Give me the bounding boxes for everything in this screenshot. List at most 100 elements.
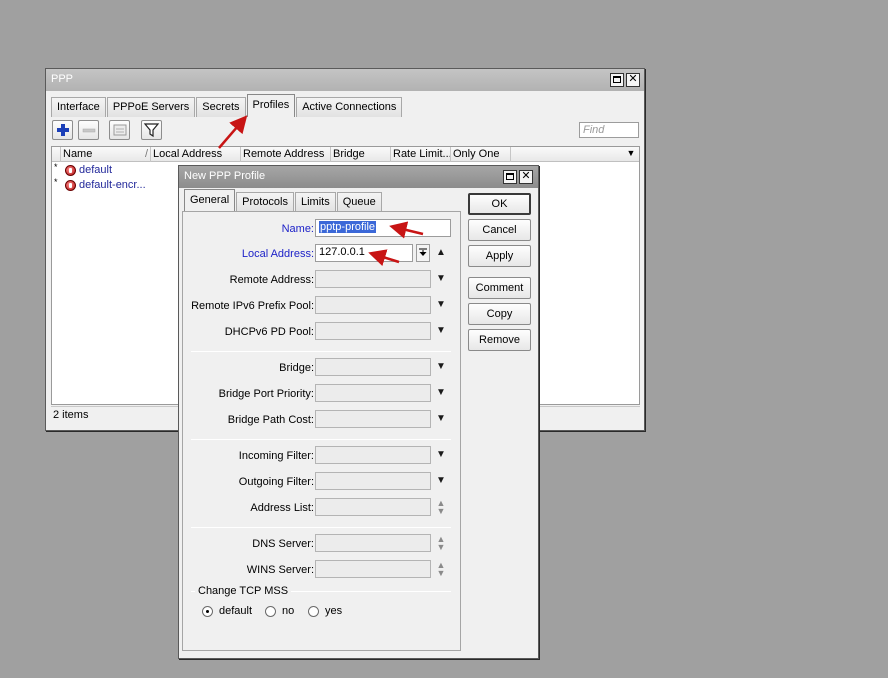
ok-button[interactable]: OK (468, 193, 531, 215)
general-panel: Name: pptp-profile Local Address: 127.0.… (182, 211, 461, 651)
local-address-input[interactable]: 127.0.0.1 (315, 244, 413, 262)
tcp-mss-yes-radio[interactable] (308, 606, 319, 617)
remote-ipv6-prefix-pool-label: Remote IPv6 Prefix Pool: (191, 300, 314, 312)
tcp-mss-no-radio[interactable] (265, 606, 276, 617)
name-input[interactable]: pptp-profile (315, 219, 451, 237)
separator (191, 439, 451, 440)
filter-button[interactable] (141, 120, 162, 140)
maximize-button[interactable] (610, 73, 624, 87)
filter-icon (143, 123, 160, 138)
tab-protocols[interactable]: Protocols (236, 192, 294, 212)
column-header[interactable] (52, 147, 61, 162)
tab-active-connections[interactable]: Active Connections (296, 97, 403, 117)
cancel-button[interactable]: Cancel (468, 219, 531, 241)
close-button[interactable]: ✕ (519, 170, 533, 184)
local-address-dropdown-button[interactable] (416, 244, 430, 262)
profile-icon (65, 165, 76, 176)
comment-button[interactable] (109, 120, 130, 140)
arrow-down-bar-icon (419, 248, 427, 256)
dns-server-input[interactable] (315, 534, 431, 552)
tcp-mss-default-label[interactable]: default (219, 605, 252, 617)
ppp-window-title: PPP (51, 73, 74, 85)
apply-button[interactable]: Apply (468, 245, 531, 267)
bridge-path-cost-input[interactable] (315, 410, 431, 428)
dropdown-arrow-icon[interactable]: ▼ (434, 384, 448, 402)
remove-button[interactable] (78, 120, 99, 140)
remote-address-input[interactable] (315, 270, 431, 288)
add-button[interactable] (52, 120, 73, 140)
bridge-label: Bridge: (279, 362, 314, 374)
dropdown-arrow-icon[interactable]: ▼ (434, 358, 448, 376)
incoming-filter-input[interactable] (315, 446, 431, 464)
expand-collapse-icon[interactable]: ▲ ▼ (434, 498, 448, 516)
maximize-button[interactable] (503, 170, 517, 184)
dropdown-arrow-icon[interactable]: ▼ (434, 446, 448, 464)
dropdown-arrow-icon[interactable]: ▼ (434, 410, 448, 428)
copy-button[interactable]: Copy (468, 303, 531, 325)
find-input[interactable]: Find (579, 122, 639, 138)
expand-collapse-icon[interactable]: ▲ ▼ (434, 534, 448, 552)
maximize-icon (613, 76, 621, 83)
close-icon: ✕ (521, 170, 531, 182)
column-header-name[interactable]: Name (61, 147, 151, 162)
tcp-mss-yes-label[interactable]: yes (325, 605, 342, 617)
plus-icon (57, 124, 69, 136)
collapse-field-icon[interactable]: ▲ (434, 244, 448, 262)
wins-server-input[interactable] (315, 560, 431, 578)
dialog-title: New PPP Profile (184, 170, 266, 182)
tcp-mss-default-radio[interactable] (202, 606, 213, 617)
note-icon (113, 124, 127, 136)
comment-button[interactable]: Comment (468, 277, 531, 299)
profile-name: default-encr... (79, 179, 146, 191)
item-count: 2 items (53, 409, 89, 421)
dhcpv6-pd-pool-input[interactable] (315, 322, 431, 340)
tab-profiles[interactable]: Profiles (246, 94, 296, 117)
column-header-remote-address[interactable]: Remote Address (241, 147, 331, 162)
column-sort-indicator: / (145, 148, 149, 160)
table-header: Name / Local Address Remote Address Brid… (52, 147, 639, 162)
tab-secrets[interactable]: Secrets (196, 97, 246, 117)
default-marker: * (54, 162, 58, 172)
dropdown-arrow-icon[interactable]: ▼ (434, 322, 448, 340)
bridge-input[interactable] (315, 358, 431, 376)
separator (191, 351, 451, 352)
dialog-titlebar[interactable]: New PPP Profile (179, 166, 538, 188)
bridge-port-priority-input[interactable] (315, 384, 431, 402)
dropdown-arrow-icon[interactable]: ▼ (434, 296, 448, 314)
ppp-titlebar[interactable]: PPP (46, 69, 644, 91)
name-label: Name: (281, 223, 314, 235)
remote-ipv6-prefix-pool-input[interactable] (315, 296, 431, 314)
close-icon: ✕ (628, 73, 638, 85)
columns-menu-button[interactable]: ▼ (622, 147, 640, 162)
address-list-label: Address List: (250, 502, 314, 514)
bridge-path-cost-label: Bridge Path Cost: (227, 414, 314, 426)
remote-address-label: Remote Address: (229, 274, 314, 286)
tab-limits[interactable]: Limits (295, 192, 336, 212)
name-value: pptp-profile (319, 221, 377, 233)
profile-icon (65, 180, 76, 191)
tab-queue[interactable]: Queue (336, 192, 382, 212)
dropdown-arrow-icon[interactable]: ▼ (434, 472, 448, 490)
column-header-bridge[interactable]: Bridge (331, 147, 391, 162)
remove-button[interactable]: Remove (468, 329, 531, 351)
incoming-filter-label: Incoming Filter: (238, 450, 314, 462)
address-list-input[interactable] (315, 498, 431, 516)
tab-general[interactable]: General (184, 189, 236, 212)
column-header-local-address[interactable]: Local Address (151, 147, 241, 162)
column-header-only-one[interactable]: Only One (451, 147, 511, 162)
outgoing-filter-input[interactable] (315, 472, 431, 490)
tcp-mss-no-label[interactable]: no (282, 605, 294, 617)
ppp-tabs: Interface PPPoE Servers Secrets Profiles… (51, 94, 403, 117)
close-button[interactable]: ✕ (626, 73, 640, 87)
column-header-rate-limit[interactable]: Rate Limit... (391, 147, 451, 162)
expand-collapse-icon[interactable]: ▲ ▼ (434, 560, 448, 578)
local-address-label: Local Address: (241, 248, 314, 260)
dhcpv6-pd-pool-label: DHCPv6 PD Pool: (224, 326, 314, 338)
separator (191, 527, 451, 528)
wins-server-label: WINS Server: (246, 564, 314, 576)
tab-pppoe-servers[interactable]: PPPoE Servers (106, 97, 196, 117)
maximize-icon (506, 173, 514, 180)
dns-server-label: DNS Server: (252, 538, 314, 550)
dropdown-arrow-icon[interactable]: ▼ (434, 270, 448, 288)
tab-interface[interactable]: Interface (51, 97, 106, 117)
